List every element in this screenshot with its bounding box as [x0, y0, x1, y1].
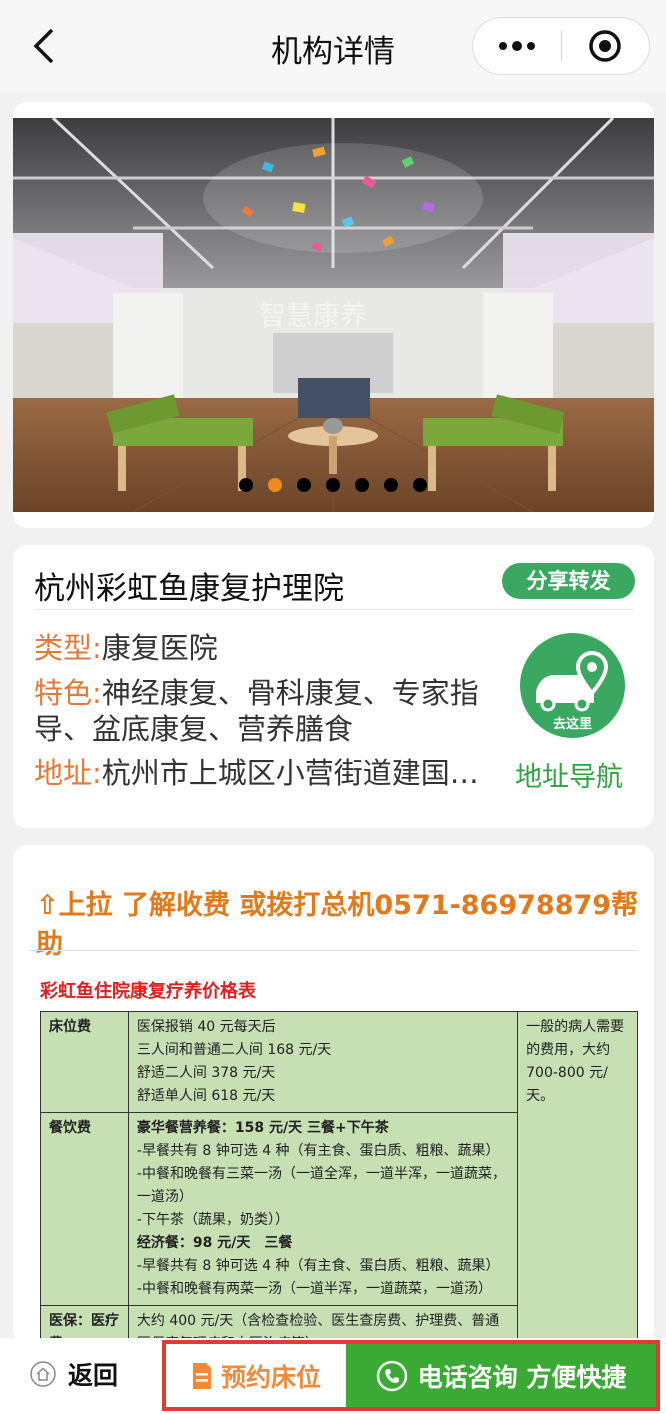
phone-consult-button[interactable]: 电话咨询 方便快捷: [346, 1344, 656, 1407]
book-bed-label: 预约床位: [220, 1362, 321, 1392]
address-label: 地址:: [34, 756, 102, 790]
feature-row-continued: 导、盆底康复、营养膳食: [34, 711, 353, 747]
cost-note: 一般的病人需要的费用，大约 700-800 元/天。: [517, 1011, 638, 1345]
feature-label: 特色:: [34, 676, 102, 710]
target-close-icon[interactable]: [562, 18, 650, 74]
detail-line: -早餐共有 8 钟可选 4 种（有主食、蛋白质、粗粮、蔬果）: [136, 1143, 500, 1159]
table-row: 床位费 医保报销 40 元每天后 三人间和普通二人间 168 元/天 舒适二人间…: [40, 1011, 638, 1345]
row-detail: 豪华餐营养餐：158 元/天 三餐+下午茶 -早餐共有 8 钟可选 4 种（有主…: [127, 1112, 519, 1306]
feature-value-1: 神经康复、骨科康复、专家指: [101, 676, 479, 710]
divider: [34, 609, 633, 610]
home-icon: [30, 1361, 56, 1387]
banner-carousel[interactable]: 智慧康养: [13, 102, 654, 528]
feature-value-2: 导、盆底康复、营养膳食: [34, 712, 354, 746]
go-here-label: 去这里: [552, 717, 592, 732]
share-button[interactable]: 分享转发: [502, 563, 635, 599]
bottom-action-bar: 返回 预约床位 电话咨询 方便快捷: [0, 1338, 666, 1414]
nav-header: 机构详情: [0, 0, 666, 92]
price-card: ⇧上拉 了解收费 或拨打总机0571-86978879帮助 彩虹鱼住院康复疗养价…: [13, 845, 654, 1345]
go-here-button[interactable]: 去这里: [520, 633, 625, 738]
row-detail: 医保报销 40 元每天后 三人间和普通二人间 168 元/天 舒适二人间 378…: [127, 1011, 519, 1113]
address-row: 地址:杭州市上城区小营街道建国…: [34, 755, 479, 791]
price-table: 床位费 医保报销 40 元每天后 三人间和普通二人间 168 元/天 舒适二人间…: [40, 1011, 638, 1345]
detail-line: -中餐和晚餐有两菜一汤（一道半浑，一道蔬菜，一道汤）: [136, 1281, 492, 1297]
detail-line: -早餐共有 8 钟可选 4 种（有主食、蛋白质、粗粮、蔬果）: [136, 1258, 500, 1274]
carousel-dot[interactable]: [297, 478, 311, 492]
carousel-dot[interactable]: [413, 478, 427, 492]
mini-program-capsule: [472, 17, 650, 75]
type-value: 康复医院: [101, 631, 218, 665]
feature-row: 特色:神经康复、骨科康复、专家指: [34, 675, 479, 711]
institution-info-card: 杭州彩虹鱼康复护理院 分享转发 类型:康复医院 特色:神经康复、骨科康复、专家指…: [13, 545, 654, 828]
more-dots-icon[interactable]: [473, 18, 561, 74]
banner-image: 智慧康养: [13, 118, 654, 512]
detail-line: 舒适二人间 378 元/天: [136, 1065, 276, 1081]
carousel-dot[interactable]: [239, 478, 253, 492]
institution-name: 杭州彩虹鱼康复护理院: [34, 571, 344, 607]
address-value: 杭州市上城区小营街道建国…: [101, 756, 479, 790]
book-bed-button[interactable]: 预约床位: [166, 1344, 346, 1407]
row-name: 餐饮费: [40, 1112, 129, 1306]
detail-line: 三人间和普通二人间 168 元/天: [136, 1042, 332, 1058]
type-label: 类型:: [34, 631, 102, 665]
carousel-dot[interactable]: [355, 478, 369, 492]
row-name: 床位费: [40, 1011, 129, 1113]
divider: [29, 950, 638, 951]
detail-line: 舒适单人间 618 元/天: [136, 1088, 276, 1104]
detail-line: 经济餐：98 元/天 三餐: [136, 1235, 293, 1251]
detail-line: 豪华餐营养餐：158 元/天 三餐+下午茶: [136, 1120, 389, 1136]
phone-consult-label: 电话咨询 方便快捷: [417, 1362, 627, 1392]
carousel-dot[interactable]: [326, 478, 340, 492]
price-table-title: 彩虹鱼住院康复疗养价格表: [40, 981, 256, 1002]
detail-line: 医保报销 40 元每天后: [136, 1019, 276, 1035]
detail-line: -下午茶（蔬果，奶类））: [136, 1212, 289, 1228]
carousel-dot[interactable]: [268, 478, 282, 492]
back-label: 返回: [68, 1361, 119, 1390]
type-row: 类型:康复医院: [34, 630, 218, 666]
phone-icon: [376, 1360, 407, 1391]
carousel-indicator: [0, 478, 666, 492]
document-icon: [192, 1362, 211, 1389]
carousel-dot[interactable]: [384, 478, 398, 492]
banner-caption: 智慧康养: [259, 301, 367, 332]
detail-line: -中餐和晚餐有三菜一汤（一道全浑，一道半浑，一道蔬菜，一道汤）: [136, 1166, 506, 1205]
address-navigation-link[interactable]: 地址导航: [515, 755, 623, 794]
home-back-button[interactable]: 返回: [30, 1356, 118, 1392]
